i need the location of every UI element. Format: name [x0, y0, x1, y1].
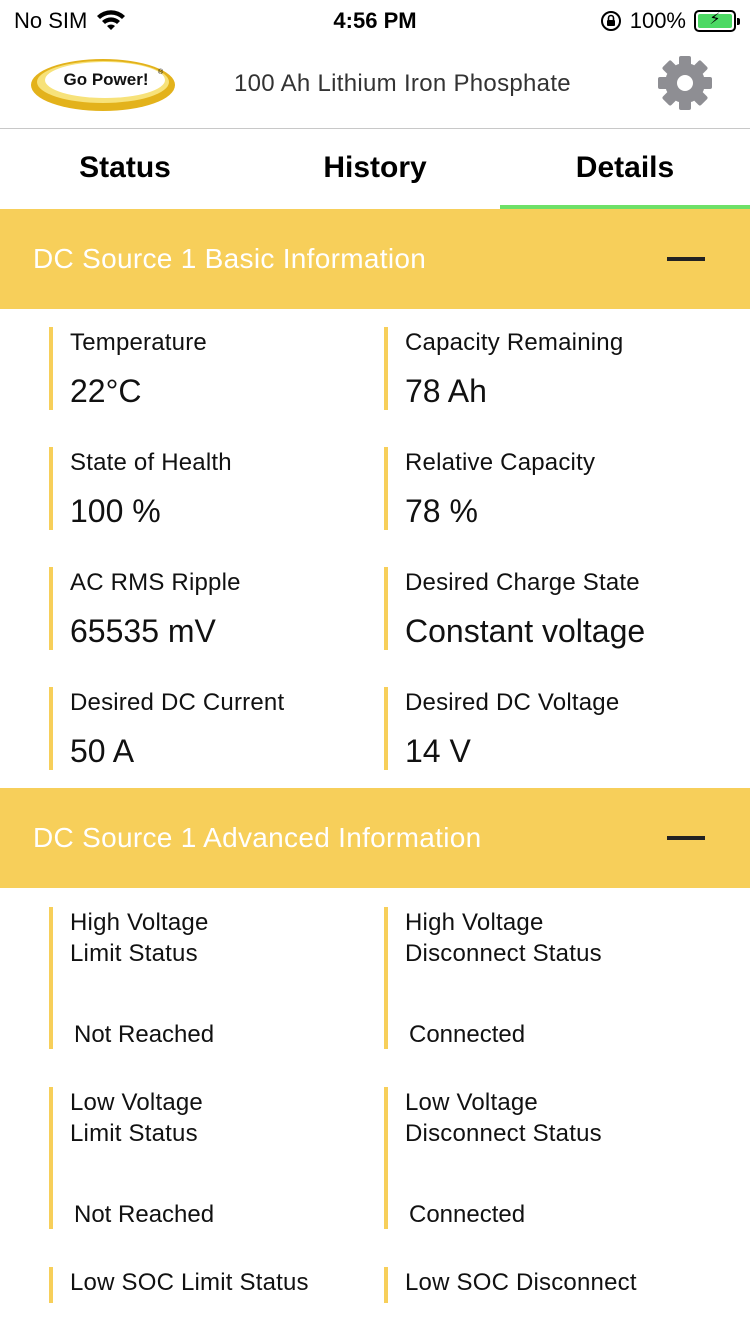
gear-icon[interactable]	[656, 54, 714, 112]
field-temperature: Temperature 22°C	[49, 327, 369, 410]
field-label: Capacity Remaining	[405, 329, 624, 356]
basic-info-header[interactable]: DC Source 1 Basic Information	[0, 209, 750, 309]
field-ac-rms-ripple: AC RMS Ripple 65535 mV	[49, 567, 369, 650]
field-value: 78 %	[405, 493, 478, 529]
battery-percent: 100%	[629, 8, 686, 33]
field-desired-charge-state: Desired Charge State Constant voltage	[384, 567, 744, 650]
field-capacity-remaining: Capacity Remaining 78 Ah	[384, 327, 704, 410]
field-value: 100 %	[70, 493, 161, 529]
tab-status[interactable]: Status	[0, 129, 250, 209]
tab-history[interactable]: History	[250, 129, 500, 209]
field-label: Relative Capacity	[405, 449, 596, 476]
field-label: Desired DC Voltage	[405, 689, 620, 716]
tab-details[interactable]: Details	[500, 129, 750, 209]
field-label: Low SOC Disconnect	[405, 1269, 637, 1296]
field-low-soc-disconnect: Low SOC Disconnect	[384, 1267, 704, 1303]
basic-info-title: DC Source 1 Basic Information	[33, 243, 427, 274]
field-high-voltage-limit: High Voltage Limit Status Not Reached	[49, 907, 369, 1049]
field-value: 14 V	[405, 733, 471, 769]
field-value: Constant voltage	[405, 613, 646, 649]
orientation-lock-icon	[600, 11, 621, 31]
status-bar: No SIM 4:56 PM 100% ⚡	[0, 0, 750, 42]
field-value: Connected	[409, 1021, 526, 1048]
field-relative-capacity: Relative Capacity 78 %	[384, 447, 704, 530]
field-label: Desired Charge State	[405, 569, 640, 596]
field-desired-dc-voltage: Desired DC Voltage 14 V	[384, 687, 704, 770]
field-high-voltage-disconnect: High Voltage Disconnect Status Connected	[384, 907, 704, 1049]
field-value: 65535 mV	[70, 613, 216, 649]
status-right: 100% ⚡	[600, 8, 740, 34]
svg-text:Go Power!: Go Power!	[63, 70, 148, 89]
advanced-info-title: DC Source 1 Advanced Information	[33, 822, 482, 853]
field-value: 50 A	[70, 733, 135, 769]
app-header: Go Power! ® 100 Ah Lithium Iron Phosphat…	[0, 42, 750, 129]
field-value: Not Reached	[74, 1021, 215, 1048]
tab-bar: Status History Details	[0, 129, 750, 209]
field-value: 22°C	[70, 373, 142, 409]
field-label: Low Voltage Limit Status	[70, 1089, 203, 1147]
field-desired-dc-current: Desired DC Current 50 A	[49, 687, 369, 770]
collapse-icon[interactable]	[667, 836, 705, 840]
field-value: Connected	[409, 1201, 526, 1228]
field-label: High Voltage Disconnect Status	[405, 909, 602, 967]
field-low-soc-limit: Low SOC Limit Status	[49, 1267, 369, 1303]
field-value: Not Reached	[74, 1201, 215, 1228]
field-label: Desired DC Current	[70, 689, 285, 716]
field-label: State of Health	[70, 449, 232, 476]
advanced-info-header[interactable]: DC Source 1 Advanced Information	[0, 788, 750, 888]
go-power-logo: Go Power! ®	[31, 59, 175, 111]
field-low-voltage-limit: Low Voltage Limit Status Not Reached	[49, 1087, 369, 1229]
collapse-icon[interactable]	[667, 257, 705, 261]
field-label: AC RMS Ripple	[70, 569, 241, 596]
device-title: 100 Ah Lithium Iron Phosphate	[234, 70, 571, 97]
svg-text:®: ®	[158, 68, 164, 76]
battery-icon: ⚡	[694, 10, 740, 32]
field-label: Low SOC Limit Status	[70, 1269, 309, 1296]
field-low-voltage-disconnect: Low Voltage Disconnect Status Connected	[384, 1087, 704, 1229]
field-state-of-health: State of Health 100 %	[49, 447, 369, 530]
field-label: Temperature	[70, 329, 207, 356]
field-label: High Voltage Limit Status	[70, 909, 209, 967]
field-label: Low Voltage Disconnect Status	[405, 1089, 602, 1147]
field-value: 78 Ah	[405, 373, 487, 409]
